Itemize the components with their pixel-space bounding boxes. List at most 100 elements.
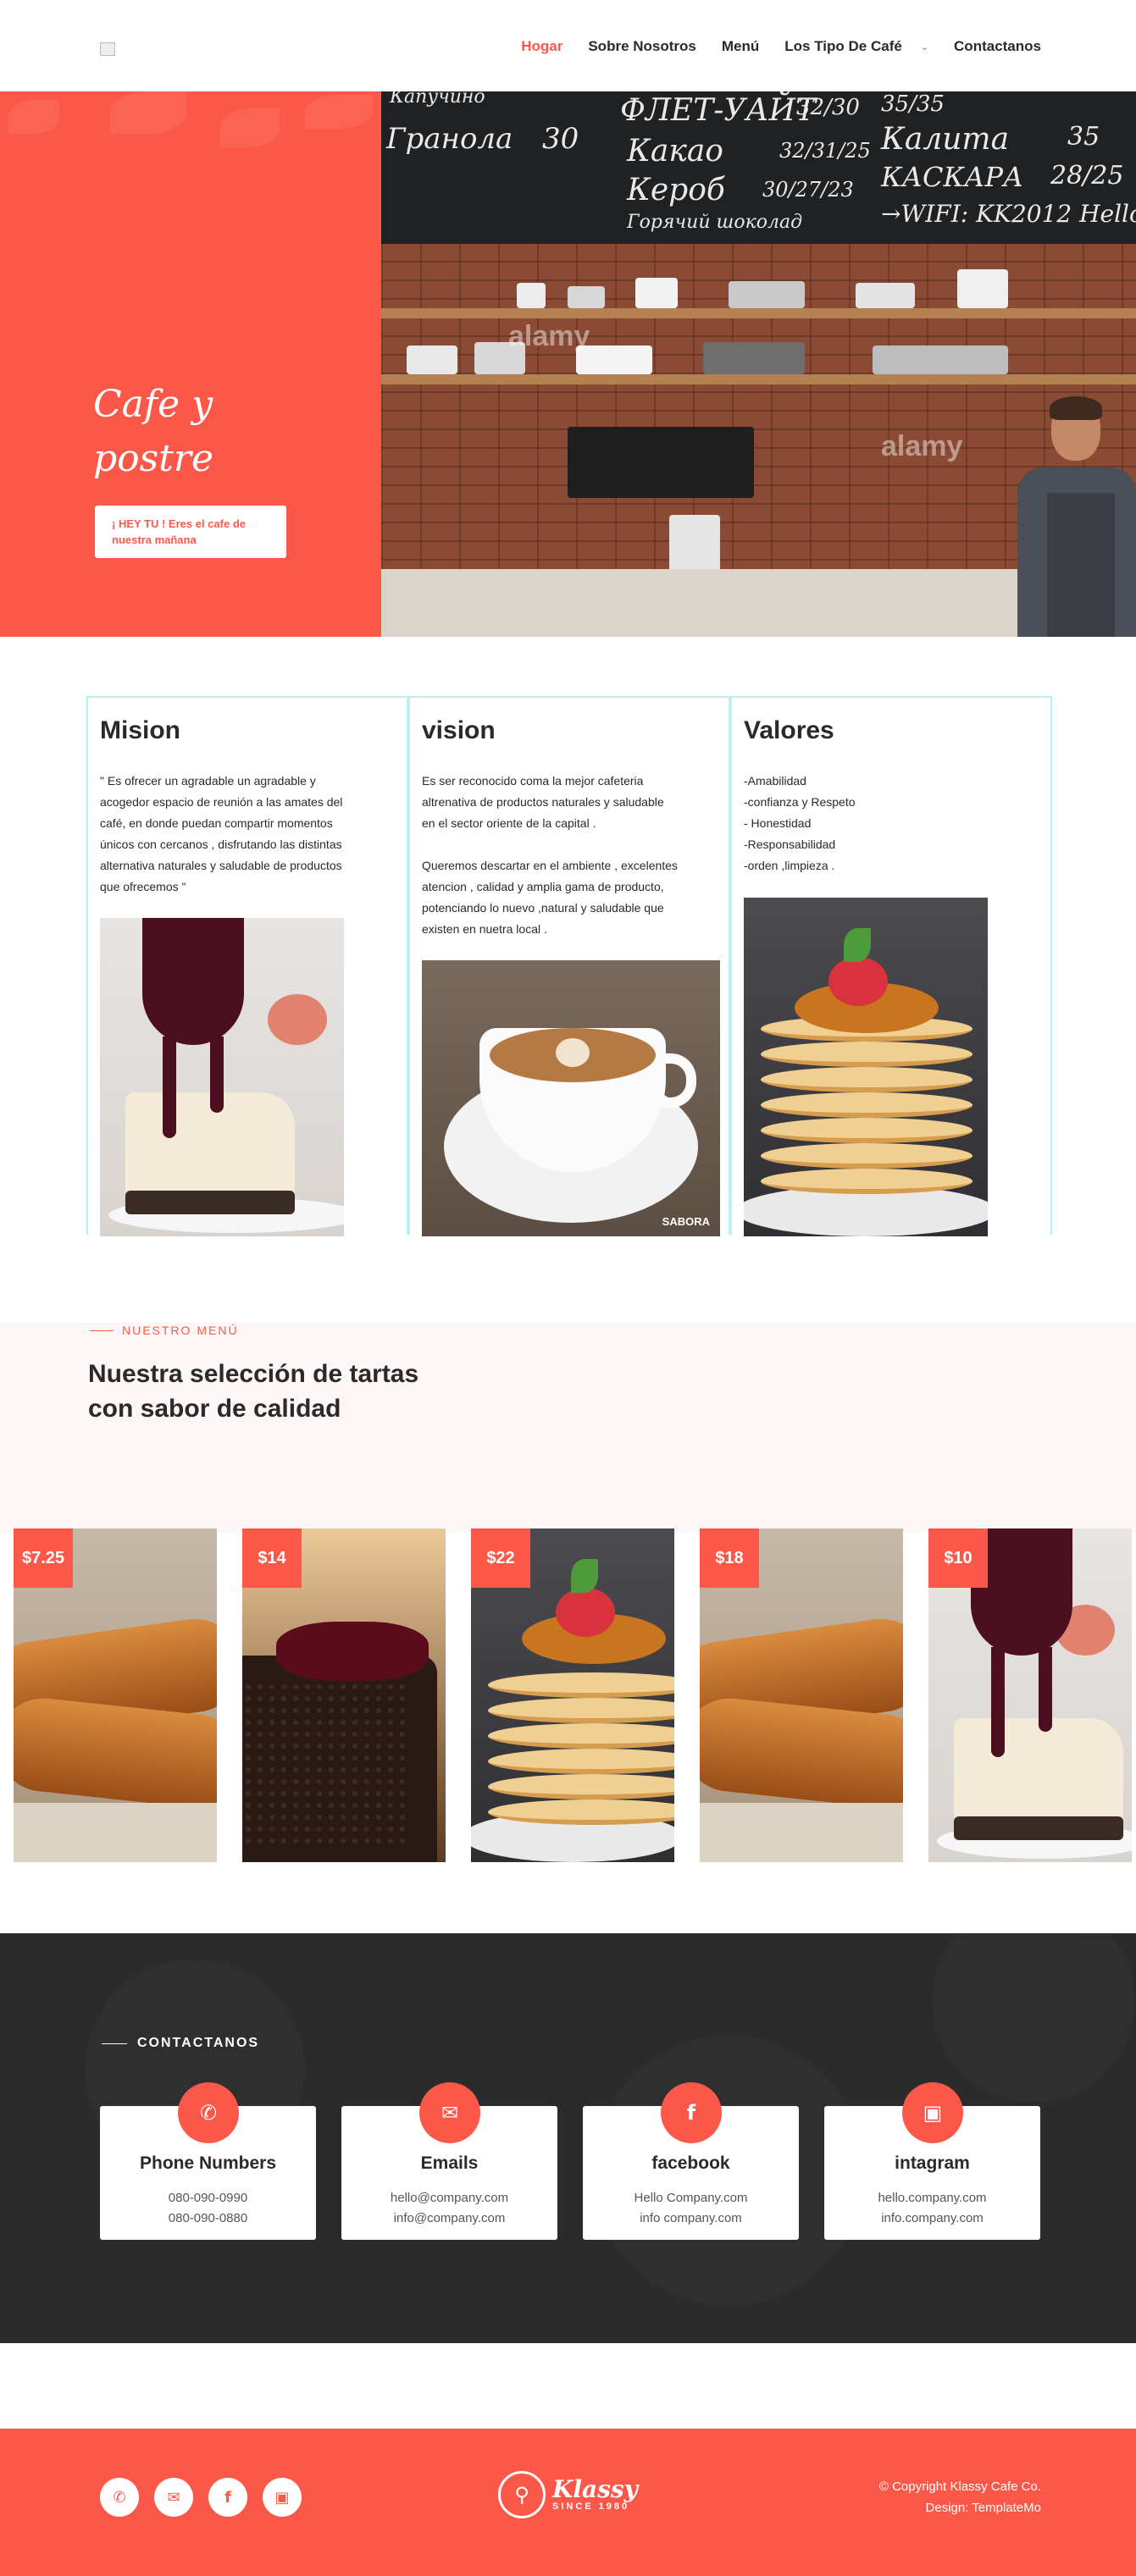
hero-title-line: postre [93,437,213,480]
instagram-icon[interactable]: ▣ [902,2082,963,2143]
site-header: Hogar Sobre Nosotros Menú Los Tipo De Ca… [0,0,1136,91]
contact-card-instagram: ▣ intagram hello.company.com info.compan… [824,2082,1040,2240]
chalk-text: 35/35 [881,91,945,117]
nav-item-hogar[interactable]: Hogar [521,38,562,55]
nav-item-menu[interactable]: Menú [722,38,759,55]
pancake-layer [761,1067,973,1092]
facebook-icon[interactable]: f [208,2478,247,2517]
menu-header-band [0,1323,1136,1533]
leaf-pattern [305,95,373,129]
hero-cta-label: ¡ HEY TU ! Eres el cafe de [112,517,246,530]
berry-shape [268,994,327,1045]
pancake-layer [488,1749,674,1774]
pancake-layer [488,1698,674,1723]
price-badge: $18 [700,1528,759,1588]
envelope-icon[interactable]: ✉ [154,2478,193,2517]
cake-crust-shape [954,1816,1123,1840]
leaf-pattern [8,100,59,134]
pancake-layer [761,1169,973,1194]
hero-panel: Cafe y postre ¡ HEY TU ! Eres el cafe de… [0,91,381,637]
chalk-text: ФЛЕТ-УАЙТ [620,93,817,128]
phone-icon[interactable]: ✆ [100,2478,139,2517]
chalk-text: Гранола [386,122,513,156]
bottles [568,427,754,498]
strawberry-shape [556,1588,615,1637]
chalk-text: 32/31/25 [779,139,871,163]
page: Hogar Sobre Nosotros Menú Los Tipo De Ca… [0,0,1136,2576]
nav-item-contactanos[interactable]: Contactanos [954,38,1041,55]
logo-image[interactable] [100,42,115,56]
price-badge: $10 [928,1528,988,1588]
about-title: Valores [744,716,834,744]
sauce-shape [142,918,244,1045]
cup-on-shelf [729,281,805,308]
contact-card-line: hello.company.com [878,2191,987,2205]
chalk-text: Кероб [627,173,725,207]
hero-title-line: Cafe y [93,383,213,426]
dash-line [102,2043,127,2044]
contact-card-line: info@company.com [393,2211,506,2225]
pancake-layer [761,1042,973,1067]
phone-icon[interactable]: ✆ [178,2082,239,2143]
about-card-valores: Valores -Amabilidad -confianza y Respeto… [730,696,1052,1236]
menu-card[interactable]: $22 [471,1528,674,1862]
leaf-pattern [110,91,186,134]
footer-copyright: © Copyright Klassy Cafe Co. Design: Temp… [879,2476,1041,2518]
menu-card[interactable]: $10 [928,1528,1132,1862]
menu-card[interactable]: $7.25 [14,1528,217,1862]
sauce-drip [210,1036,224,1113]
mint-leaf-shape [844,928,871,962]
price-badge: $22 [471,1528,530,1588]
footer-logo[interactable]: ⚲ Klassy SINCE 1980 [498,2471,638,2518]
dash-line [90,1329,114,1331]
chalk-text: Горячий шоколад [627,212,803,233]
menu-eyebrow: NUESTRO MENÚ [90,1324,239,1337]
chalk-text: 30/27/23 [762,178,854,202]
chevron-down-icon[interactable]: ⌄ [921,41,928,53]
footer-brand: Klassy SINCE 1980 [552,2478,638,2512]
contact-eyebrow-label: CONTACTANOS [137,2036,260,2050]
pancake-layer [761,1092,973,1118]
contact-card-line: info.company.com [881,2211,984,2225]
cup-handle [652,1053,696,1108]
strawberry-shape [828,957,888,1006]
envelope-icon[interactable]: ✉ [419,2082,480,2143]
about-card-mision: Mision " Es ofrecer un agradable un agra… [86,696,408,1236]
contact-card-title: facebook [651,2153,730,2173]
menu-card[interactable]: $18 [700,1528,903,1862]
footer-brand-name: Klassy [552,2475,638,2503]
hero-cta-button[interactable]: ¡ HEY TU ! Eres el cafe de nuestra mañan… [95,506,286,558]
pancake-layer [488,1774,674,1799]
about-card-vision: vision Es ser reconocido coma la mejor c… [408,696,730,1236]
about-text: -Amabilidad -confianza y Respeto - Hones… [744,774,856,872]
instagram-icon[interactable]: ▣ [263,2478,302,2517]
jars-on-shelf [703,342,805,374]
shelf [381,374,1136,384]
footer-brand-since: SINCE 1980 [552,2501,630,2512]
contact-card-line: 080-090-0990 [168,2191,248,2205]
facebook-icon[interactable]: f [661,2082,722,2143]
chalk-text: КАСКАРА [881,161,1024,193]
nav-item-tipos-cafe[interactable]: Los Tipo De Café [784,38,902,55]
mint-leaf-shape [571,1559,598,1593]
design-credit-link[interactable]: Design: TemplateMo [879,2497,1041,2518]
menu-eyebrow-label: NUESTRO MENÚ [122,1324,239,1337]
watermark-text: alamy [508,320,590,352]
nav-item-sobre-nosotros[interactable]: Sobre Nosotros [588,38,696,55]
pancake-layer [488,1723,674,1749]
contact-card-line: info company.com [640,2211,742,2225]
menu-card[interactable]: $14 [242,1528,446,1862]
menu-title: Nuestra selección de tartas con sabor de… [88,1360,419,1423]
watermark-text: alamy [881,430,963,462]
jars-on-shelf [873,345,1008,374]
sauce-drip [991,1647,1005,1757]
bowl-on-shelf [407,345,457,374]
footer-social-links: ✆ ✉ f ▣ [100,2478,302,2517]
about-text: Es ser reconocido coma la mejor cafeteri… [422,774,678,936]
leaf-pattern [220,108,280,147]
cloth-shape [14,1803,217,1862]
pancake-layer [488,1672,674,1698]
chalk-text: Какао [627,134,723,169]
background-pattern [932,1933,1135,2103]
hero-title: Cafe y postre [93,378,213,486]
